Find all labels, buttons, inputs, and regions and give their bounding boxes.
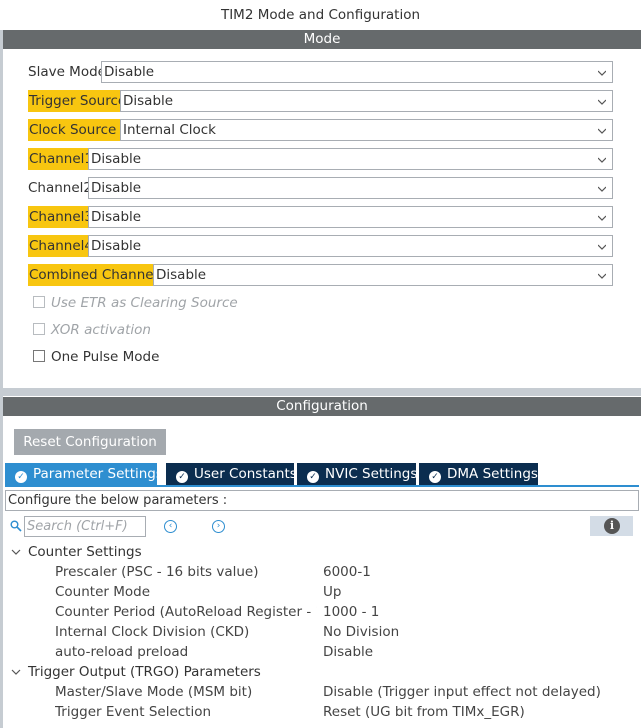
panel-splitter[interactable] xyxy=(3,388,641,396)
slave-mode-select[interactable]: Disable xyxy=(101,61,613,83)
param-value[interactable]: Reset (UG bit from TIMx_EGR) xyxy=(323,702,633,722)
chevron-down-icon xyxy=(598,157,606,163)
group-counter-settings[interactable]: Counter Settings xyxy=(28,542,142,562)
param-name: auto-reload preload xyxy=(55,644,189,660)
configure-hint: Configure the below parameters : xyxy=(5,490,639,511)
search-input[interactable]: Search (Ctrl+F) xyxy=(24,516,146,537)
chevron-down-icon xyxy=(598,99,606,105)
check-circle-icon: ✓ xyxy=(429,471,441,483)
chevron-down-icon xyxy=(598,244,606,250)
channel4-select[interactable]: Disable xyxy=(88,235,613,257)
channel2-label: Channel2 xyxy=(28,180,93,196)
tab-dma-settings[interactable]: ✓ DMA Settings xyxy=(419,463,538,485)
trigger-source-select[interactable]: Disable xyxy=(120,90,613,112)
check-circle-icon: ✓ xyxy=(176,471,188,483)
chevron-down-icon xyxy=(598,215,606,221)
channel3-value: Disable xyxy=(91,209,142,225)
info-button[interactable]: i xyxy=(590,516,633,536)
checkbox-icon xyxy=(33,296,45,308)
param-value[interactable]: Disable (Trigger input effect not delaye… xyxy=(323,682,633,702)
xor-activation-checkbox[interactable]: XOR activation xyxy=(33,320,151,340)
clock-source-select[interactable]: Internal Clock xyxy=(120,119,613,141)
combined-channels-label: Combined Channels xyxy=(28,264,165,286)
check-circle-icon: ✓ xyxy=(307,471,319,483)
channel3-label: Channel3 xyxy=(28,206,94,228)
param-name: Counter Mode xyxy=(55,584,151,600)
param-name: Counter Period (AutoReload Register - 16… xyxy=(55,604,317,620)
reset-configuration-button[interactable]: Reset Configuration xyxy=(14,429,166,455)
xor-activation-label: XOR activation xyxy=(51,322,151,338)
channel4-value: Disable xyxy=(91,238,142,254)
tab-nvic-settings[interactable]: ✓ NVIC Settings xyxy=(297,463,418,485)
mode-header: Mode xyxy=(3,30,641,49)
tab-user-constants[interactable]: ✓ User Constants xyxy=(166,463,297,485)
search-icon xyxy=(10,520,22,532)
combined-channels-select[interactable]: Disable xyxy=(153,264,613,286)
trigger-source-value: Disable xyxy=(123,93,174,109)
group-trgo-parameters[interactable]: Trigger Output (TRGO) Parameters xyxy=(28,662,261,682)
window-title: TIM2 Mode and Configuration xyxy=(220,7,421,23)
slave-mode-value: Disable xyxy=(104,64,155,80)
param-name: Internal Clock Division (CKD) xyxy=(55,624,250,640)
channel2-select[interactable]: Disable xyxy=(88,177,613,199)
tab-user-constants-label: User Constants xyxy=(194,466,297,482)
tab-nvic-settings-label: NVIC Settings xyxy=(325,466,418,482)
param-value[interactable]: Disable xyxy=(323,642,633,662)
chevron-down-icon xyxy=(598,70,606,76)
param-name: Master/Slave Mode (MSM bit) xyxy=(55,684,253,700)
check-circle-icon: ✓ xyxy=(15,471,27,483)
channel4-label: Channel4 xyxy=(28,235,94,257)
tab-dma-settings-label: DMA Settings xyxy=(447,466,538,482)
combined-channels-value: Disable xyxy=(156,267,207,283)
chevron-down-icon xyxy=(598,186,606,192)
param-value[interactable]: 1000 - 1 xyxy=(323,602,633,622)
channel1-value: Disable xyxy=(91,151,142,167)
prev-icon[interactable]: ‹ xyxy=(164,520,177,533)
etr-clearing-label: Use ETR as Clearing Source xyxy=(51,295,238,311)
clock-source-label: Clock Source xyxy=(28,119,120,141)
expand-chevron-icon[interactable] xyxy=(11,547,21,557)
expand-chevron-icon[interactable] xyxy=(11,667,21,677)
tab-parameter-settings-label: Parameter Settings xyxy=(33,466,163,482)
next-icon[interactable]: › xyxy=(212,520,225,533)
param-value[interactable]: 6000-1 xyxy=(323,562,633,582)
param-name: Prescaler (PSC - 16 bits value) xyxy=(55,564,259,580)
param-value[interactable]: Up xyxy=(323,582,633,602)
info-icon: i xyxy=(604,518,620,534)
slave-mode-label: Slave Mode xyxy=(28,64,106,80)
param-value[interactable]: No Division xyxy=(323,622,633,642)
chevron-down-icon xyxy=(598,273,606,279)
channel1-select[interactable]: Disable xyxy=(88,148,613,170)
channel1-label: Channel1 xyxy=(28,148,94,170)
one-pulse-mode-label: One Pulse Mode xyxy=(51,349,160,365)
param-name: Trigger Event Selection xyxy=(55,704,212,720)
tab-parameter-settings[interactable]: ✓ Parameter Settings xyxy=(5,463,163,485)
clock-source-value: Internal Clock xyxy=(123,122,216,138)
checkbox-icon xyxy=(33,350,45,362)
tab-underline xyxy=(5,485,639,487)
chevron-down-icon xyxy=(598,128,606,134)
configuration-header: Configuration xyxy=(3,397,641,416)
channel3-select[interactable]: Disable xyxy=(88,206,613,228)
checkbox-icon xyxy=(33,323,45,335)
trigger-source-label: Trigger Source xyxy=(28,90,127,112)
etr-clearing-checkbox[interactable]: Use ETR as Clearing Source xyxy=(33,293,238,313)
channel2-value: Disable xyxy=(91,180,142,196)
one-pulse-mode-checkbox[interactable]: One Pulse Mode xyxy=(33,347,159,367)
